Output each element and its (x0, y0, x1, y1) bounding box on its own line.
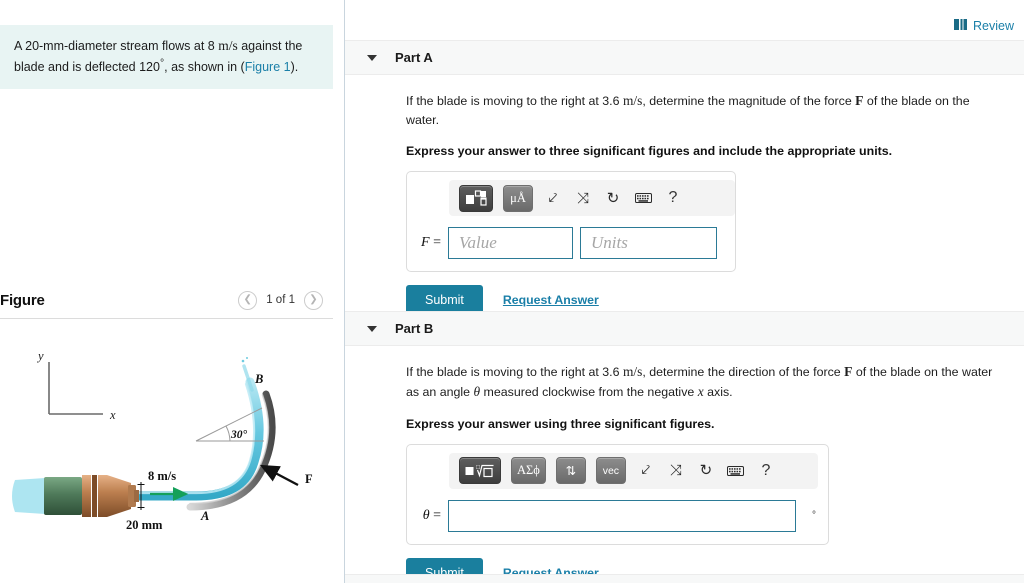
part-b-answer-box: □ ΑΣϕ ⇅ vec ⤦ ⤨ ↻ ? θ = ° (406, 443, 829, 545)
redo-icon[interactable]: ⤨ (666, 463, 686, 478)
figure-1-link[interactable]: Figure 1 (245, 60, 291, 74)
part-a-field-row: F = (417, 227, 725, 259)
part-b-section: Part B If the blade is moving to the rig… (345, 311, 1024, 583)
part-a-answer-box: μÅ ⤦ ⤨ ↻ ? F = Value Units (406, 171, 736, 272)
pb-seg5: axis. (703, 385, 733, 400)
pa-seg1: If the blade is moving to the right at 3… (406, 94, 623, 108)
reset-icon[interactable]: ↻ (696, 463, 716, 478)
theta-input[interactable] (448, 499, 796, 532)
redo-icon[interactable]: ⤨ (573, 191, 593, 206)
part-b-title: Part B (395, 321, 434, 336)
figure-header: Figure ❮ 1 of 1 ❯ (0, 282, 333, 318)
part-a-instruction: Express your answer to three significant… (406, 144, 893, 158)
review-link[interactable]: Review (973, 19, 1014, 33)
keyboard-icon[interactable] (633, 193, 653, 203)
part-b-header[interactable]: Part B (345, 311, 1024, 346)
figure-navigation: ❮ 1 of 1 ❯ (238, 290, 323, 310)
undo-icon[interactable]: ⤦ (636, 463, 656, 478)
degree-unit-label: ° (812, 510, 816, 521)
chevron-right-icon[interactable]: ❯ (304, 290, 323, 310)
pa-units: m/s (622, 93, 643, 108)
keyboard-icon[interactable] (726, 465, 746, 476)
diameter-label: 20 mm (126, 518, 163, 532)
figure-panel-title: Figure (0, 291, 45, 309)
figure-counter: 1 of 1 (266, 294, 295, 306)
caret-down-icon[interactable] (367, 54, 377, 61)
part-a-section: Part A If the blade is moving to the rig… (345, 40, 1024, 315)
part-b-variable-label: θ = (422, 507, 441, 523)
pb-seg1: If the blade is moving to the right at 3… (406, 365, 623, 379)
problem-units-speed: m/s (218, 38, 238, 53)
part-a-request-answer-link[interactable]: Request Answer (503, 293, 599, 307)
footer-band (345, 574, 1024, 583)
part-b-instruction: Express your answer using three signific… (406, 416, 715, 431)
template-palette-button[interactable] (459, 184, 493, 212)
problem-text-1: A 20-mm-diameter stream flows at 8 (14, 39, 219, 53)
part-a-question: If the blade is moving to the right at 3… (406, 91, 1004, 130)
pb-seg2: , determine the direction of the force (642, 365, 845, 379)
units-palette-button[interactable]: μÅ (503, 184, 533, 212)
undo-icon[interactable]: ⤦ (543, 191, 563, 206)
greek-symbols-button[interactable]: ΑΣϕ (511, 457, 546, 484)
point-b-label: B (254, 372, 263, 386)
part-b-question: If the blade is moving to the right at 3… (406, 362, 1004, 403)
review-row[interactable]: Review (954, 17, 1014, 35)
angle-label: 30° (230, 429, 248, 441)
arrows-button[interactable]: ⇅ (555, 457, 586, 484)
figure-divider (0, 318, 333, 319)
caret-down-icon[interactable] (367, 325, 377, 332)
part-a-header[interactable]: Part A (345, 40, 1024, 75)
reset-icon[interactable]: ↻ (603, 191, 623, 206)
problem-statement: A 20-mm-diameter stream flows at 8 m/s a… (0, 25, 333, 89)
template-palette-button[interactable]: □ (459, 457, 501, 484)
problem-text-3: , as shown in ( (164, 59, 245, 74)
problem-page: A 20-mm-diameter stream flows at 8 m/s a… (0, 0, 1024, 583)
pa-seg2: , determine the magnitude of the force (642, 94, 856, 108)
pb-seg4: measured clockwise from the negative (480, 385, 698, 400)
axis-x-label: x (109, 408, 116, 422)
book-icon (954, 17, 967, 35)
figure-diagram: y x 20 mm 8 m/s 30° F A B (0, 330, 333, 560)
velocity-annotation: 8 m/s (148, 469, 189, 502)
part-b-field-row: θ = ° (417, 499, 818, 532)
left-panel: A 20-mm-diameter stream flows at 8 m/s a… (0, 0, 345, 583)
part-a-variable-label: F = (421, 235, 441, 250)
problem-text-4: ). (290, 59, 299, 74)
part-a-body: If the blade is moving to the right at 3… (345, 75, 1024, 315)
units-input[interactable] (580, 227, 717, 259)
help-icon[interactable]: ? (756, 462, 776, 479)
help-icon[interactable]: ? (663, 190, 683, 206)
axis-y-label: y (36, 349, 44, 363)
part-a-toolbar: μÅ ⤦ ⤨ ↻ ? (449, 180, 735, 216)
velocity-label: 8 m/s (148, 469, 176, 483)
diagram-svg: y x 20 mm 8 m/s 30° F A B (12, 349, 313, 532)
force-label: F (305, 472, 313, 486)
part-a-title: Part A (395, 50, 433, 65)
part-b-toolbar: □ ΑΣϕ ⇅ vec ⤦ ⤨ ↻ ? (449, 452, 818, 489)
part-b-body: If the blade is moving to the right at 3… (345, 346, 1024, 583)
point-a-label: A (200, 509, 209, 523)
pb-units: m/s (622, 364, 643, 379)
vector-button[interactable]: vec (595, 457, 626, 484)
chevron-left-icon[interactable]: ❮ (238, 290, 258, 310)
force-annotation: F (259, 464, 313, 487)
coordinate-axes: y x (36, 349, 116, 422)
nozzle (12, 475, 139, 517)
right-panel: Review Part A If the blade is moving to … (345, 0, 1024, 583)
value-input[interactable] (448, 227, 573, 259)
